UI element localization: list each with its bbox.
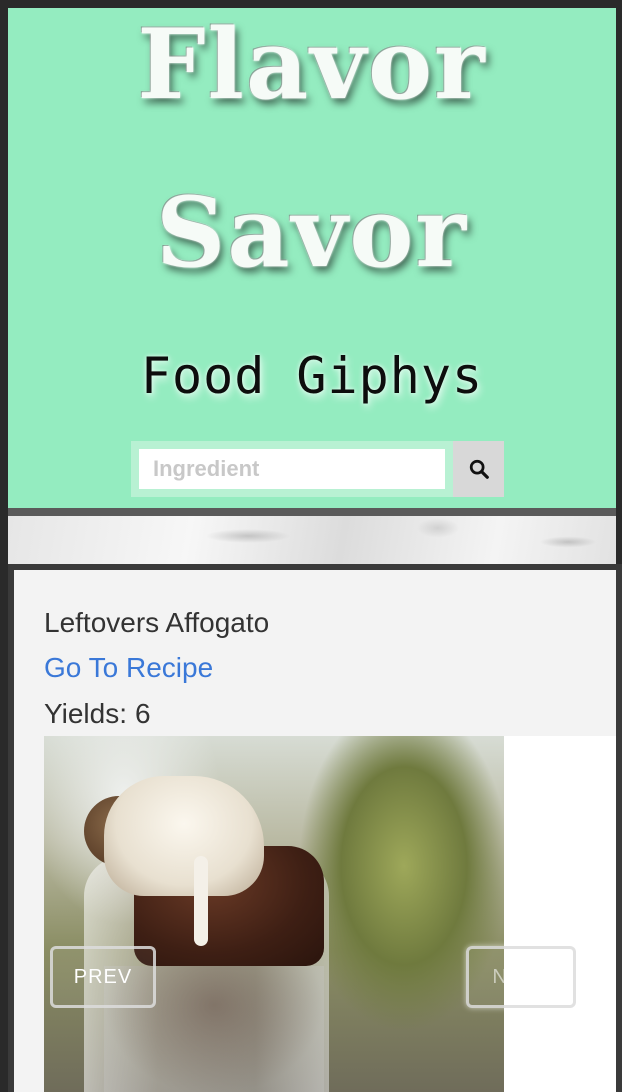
yields-label: Yields: (44, 698, 128, 729)
site-title-line-2: Savor (156, 176, 468, 289)
site-subtitle: Food Giphys (140, 347, 484, 405)
cream-topping (104, 776, 264, 896)
header-divider (8, 508, 616, 516)
recipe-title: Leftovers Affogato (44, 607, 270, 638)
search-input[interactable] (139, 449, 445, 489)
search-field-wrapper (131, 441, 453, 497)
search-icon (469, 459, 489, 479)
image-carousel: PREV NEXT (44, 736, 616, 1092)
go-to-recipe-link[interactable]: Go To Recipe (44, 651, 213, 685)
search-button[interactable] (453, 441, 504, 497)
carousel-next-button[interactable]: NEXT (466, 946, 576, 1008)
app-frame: Flavor Savor Food Giphys Leftovers Affog… (0, 0, 622, 1092)
yields-value: 6 (135, 698, 151, 729)
cream-drip (194, 856, 208, 946)
affogato-photo (44, 736, 504, 1092)
site-title-line-1: Flavor (137, 8, 487, 121)
carousel-prev-button[interactable]: PREV (50, 946, 156, 1008)
marble-background (8, 516, 616, 564)
header-banner: Flavor Savor Food Giphys (8, 8, 616, 508)
recipe-yields: Yields: 6 (44, 697, 151, 731)
recipe-card: Leftovers Affogato Go To Recipe Yields: 6… (14, 570, 616, 1092)
